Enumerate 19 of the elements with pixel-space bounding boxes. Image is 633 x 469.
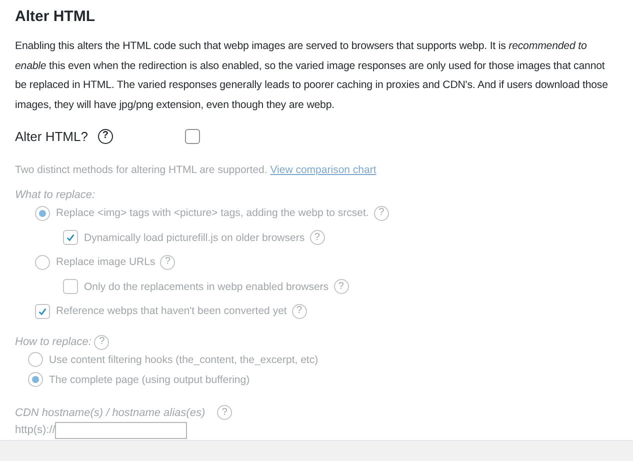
alter-html-label: Alter HTML? [15, 128, 88, 144]
check-icon [66, 233, 75, 242]
help-icon[interactable]: ? [98, 128, 113, 144]
how-to-replace-label: How to replace: [15, 336, 92, 348]
description-paragraph: Enabling this alters the HTML code such that webp images are served to browsers that supports webp. It is recommended to enable this even when the redirection is also enabled, so the varied image responses are only used for those images that cannot be replaced in HTML. The varied responses generally leads to poorer caching in proxies and CDN's. And if users download those images, they will have jpg/png extension, even though they are webp. [15, 39, 609, 112]
section-heading: Alter HTML [15, 8, 96, 25]
option-label: Reference webps that haven't been converted yet [56, 305, 287, 318]
check-icon [38, 306, 47, 316]
option-label: Use content filtering hooks (the_content, the_excerpt, etc) [49, 354, 318, 366]
option-label: The complete page (using output buffering) [49, 374, 250, 386]
cdn-hostname-label: CDN hostname(s) / hostname alias(es) [15, 406, 206, 418]
option-label: Replace <img> tags with <picture> tags, adding the webp to srcset. [56, 207, 369, 220]
alter-html-checkbox[interactable] [185, 128, 200, 144]
intro-text: Two distinct methods for altering HTML are supported. [15, 164, 268, 176]
option-label: Dynamically load picturefill.js on older browsers [84, 232, 305, 244]
url-prefix: http(s):// [15, 424, 56, 436]
option-label: Replace image URLs [56, 256, 156, 268]
option-label: Only do the replacements in webp enabled browsers [84, 280, 329, 293]
what-to-replace-label: What to replace: [15, 189, 96, 201]
